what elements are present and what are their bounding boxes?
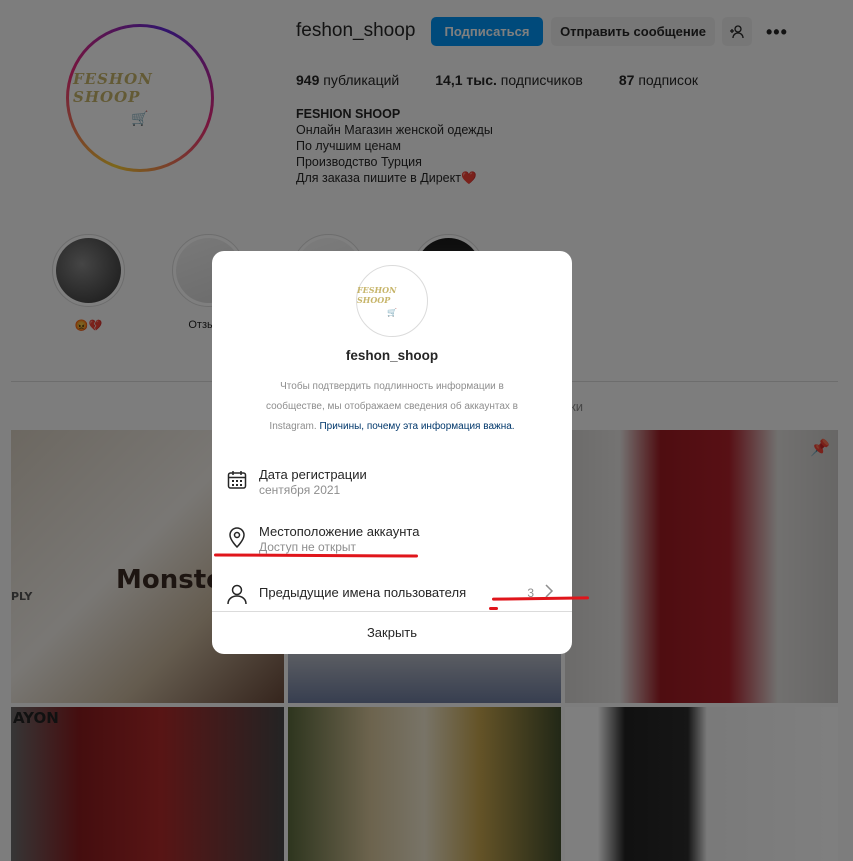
row-title: Дата регистрации — [259, 467, 367, 482]
dialog-username: feshon_shoop — [345, 348, 439, 363]
about-account-dialog: FESHON SHOOP 🛒 feshon_shoop Чтобы подтве… — [212, 251, 572, 654]
location-pin-icon — [226, 526, 248, 548]
logo-text: FESHON SHOOP — [357, 285, 397, 305]
date-joined-row: Дата регистрации сентября 2021 — [226, 467, 558, 498]
annotation-dash — [489, 607, 498, 610]
learn-more-link[interactable]: Причины, почему эта информация важна. — [319, 421, 514, 432]
calendar-icon — [226, 469, 248, 491]
dialog-avatar: FESHON SHOOP 🛒 — [356, 265, 428, 337]
row-subtitle: Доступ не открыт — [259, 540, 356, 554]
former-usernames-row[interactable]: Предыдущие имена пользователя 3 — [226, 581, 558, 605]
close-button[interactable]: Закрыть — [212, 625, 572, 640]
dialog-description: Чтобы подтвердить подлинность информации… — [266, 381, 518, 432]
account-location-row: Местоположение аккаунта Доступ не открыт — [226, 524, 558, 555]
row-subtitle: сентября 2021 — [259, 483, 341, 497]
user-icon — [226, 583, 248, 605]
row-title: Местоположение аккаунта — [259, 524, 420, 539]
cart-icon: 🛒 — [387, 308, 397, 317]
row-title: Предыдущие имена пользователя — [259, 585, 467, 600]
dialog-divider — [212, 611, 572, 612]
